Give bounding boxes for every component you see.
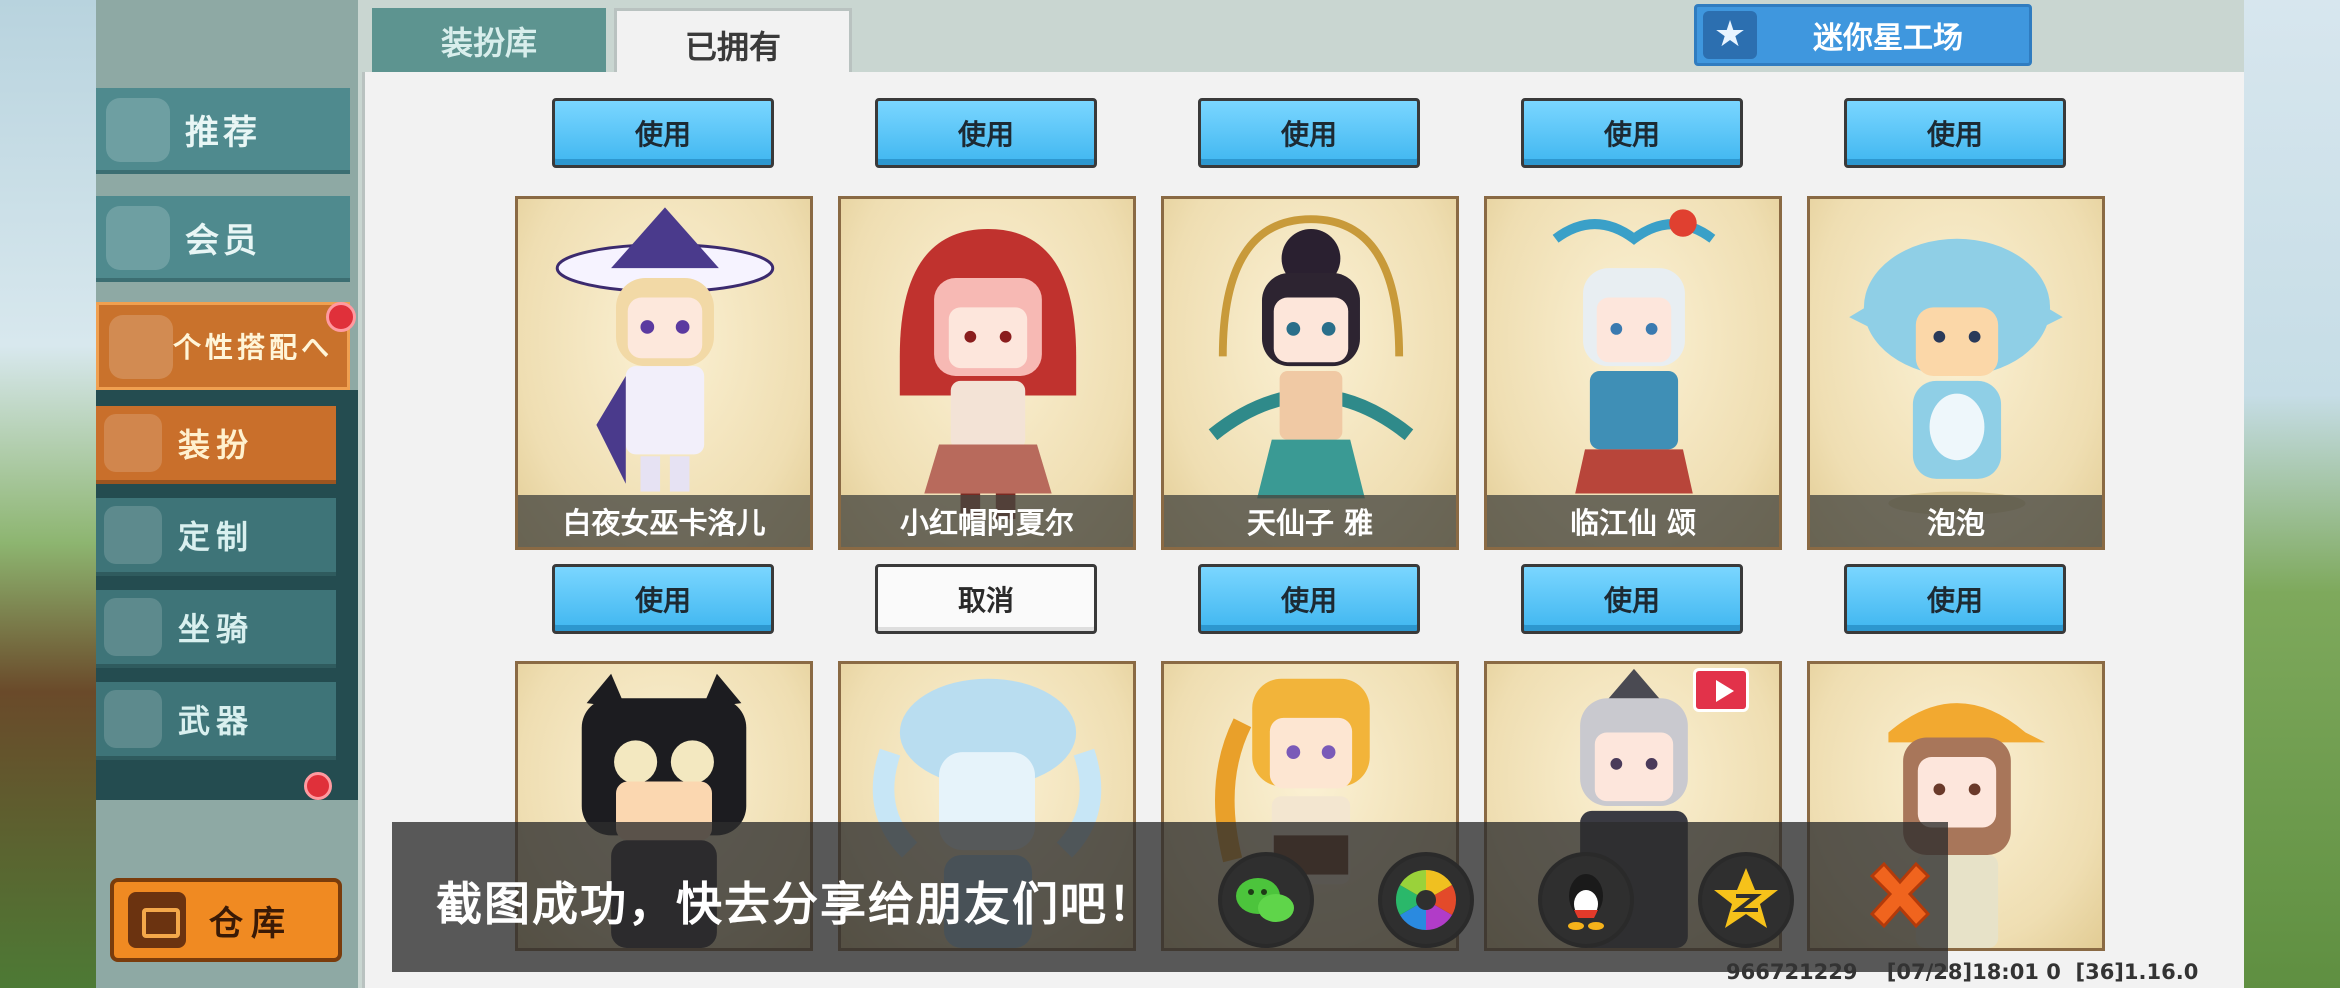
sidebar-item-mount[interactable]: 坐骑 (96, 590, 336, 668)
notification-dot (304, 772, 332, 800)
tab-outfit-library[interactable]: 装扮库 (372, 8, 606, 74)
cancel-button[interactable]: 取消 (875, 564, 1097, 634)
outfit-name: 临江仙 颂 (1487, 495, 1779, 547)
star-icon: ★ (1703, 11, 1757, 59)
play-video-icon[interactable] (1693, 668, 1749, 712)
sidebar-item-label: 定制 (177, 518, 254, 556)
use-button[interactable]: 使用 (1521, 98, 1743, 168)
sidebar-item-recommend[interactable]: 推荐 (96, 88, 350, 174)
screenshot-share-toast: 截图成功，快去分享给朋友们吧！ (392, 822, 1948, 972)
use-button[interactable]: 使用 (1844, 98, 2066, 168)
gun-icon (104, 690, 162, 748)
moments-icon[interactable] (1378, 852, 1474, 948)
workshop-button[interactable]: ★ 迷你星工场 (1694, 4, 2032, 66)
wechat-icon[interactable] (1218, 852, 1314, 948)
sidebar-submenu: 装扮 定制 坐骑 武器 (96, 390, 358, 800)
sidebar-item-weapon[interactable]: 武器 (96, 682, 336, 760)
use-button[interactable]: 使用 (552, 564, 774, 634)
outfit-card[interactable]: 白夜女巫卡洛儿 (515, 196, 813, 550)
sidebar-item-label: 装扮 (177, 426, 254, 464)
pencil-icon (104, 506, 162, 564)
mount-icon (104, 598, 162, 656)
use-button[interactable]: 使用 (1844, 564, 2066, 634)
qzone-icon[interactable] (1698, 852, 1794, 948)
use-button[interactable]: 使用 (1198, 564, 1420, 634)
sidebar-item-label: 推荐 (185, 112, 261, 153)
tab-owned[interactable]: 已拥有 (614, 8, 852, 78)
member-badge-icon (106, 206, 170, 270)
chest-icon (128, 892, 186, 948)
sidebar-item-label: 坐骑 (177, 610, 254, 648)
workshop-label: 迷你星工场 (1813, 21, 1963, 56)
outfit-name: 白夜女巫卡洛儿 (518, 495, 810, 547)
use-button[interactable]: 使用 (552, 98, 774, 168)
background-scenery-right (2244, 0, 2340, 988)
timestamp: [07/28]18:01 0 (1886, 960, 2061, 984)
build-info: 966721229 [07/28]18:01 0 [36]1.16.0 (1726, 960, 2198, 984)
qq-icon[interactable] (1538, 852, 1634, 948)
shirt-icon (104, 414, 162, 472)
outfit-card[interactable]: 泡泡 (1807, 196, 2105, 550)
sidebar-item-customize[interactable]: 定制 (96, 498, 336, 576)
version: [36]1.16.0 (2075, 960, 2199, 984)
sidebar-item-member[interactable]: 会员 (96, 196, 350, 282)
close-icon[interactable] (1852, 852, 1948, 948)
toast-message: 截图成功，快去分享给朋友们吧！ (436, 877, 1156, 931)
user-id: 966721229 (1726, 960, 1858, 984)
use-button[interactable]: 使用 (1521, 564, 1743, 634)
outfit-name: 小红帽阿夏尔 (841, 495, 1133, 547)
use-button[interactable]: 使用 (1198, 98, 1420, 168)
background-scenery-left (0, 0, 96, 988)
outfit-name: 泡泡 (1810, 495, 2102, 547)
use-button[interactable]: 使用 (875, 98, 1097, 168)
outfit-card[interactable]: 小红帽阿夏尔 (838, 196, 1136, 550)
outfit-name: 天仙子 雅 (1164, 495, 1456, 547)
outfit-card[interactable]: 天仙子 雅 (1161, 196, 1459, 550)
sidebar-item-label: 会员 (185, 220, 261, 261)
sidebar-item-personal-style[interactable]: 个性搭配へ (96, 302, 350, 390)
sidebar-item-label: 武器 (177, 702, 254, 740)
thumbs-up-icon (106, 98, 170, 162)
notification-dot (326, 302, 356, 332)
sidebar-item-outfit[interactable]: 装扮 (96, 406, 336, 484)
warehouse-button[interactable]: 仓库 (110, 878, 342, 962)
outfit-card[interactable]: 临江仙 颂 (1484, 196, 1782, 550)
trophy-icon (109, 315, 173, 379)
